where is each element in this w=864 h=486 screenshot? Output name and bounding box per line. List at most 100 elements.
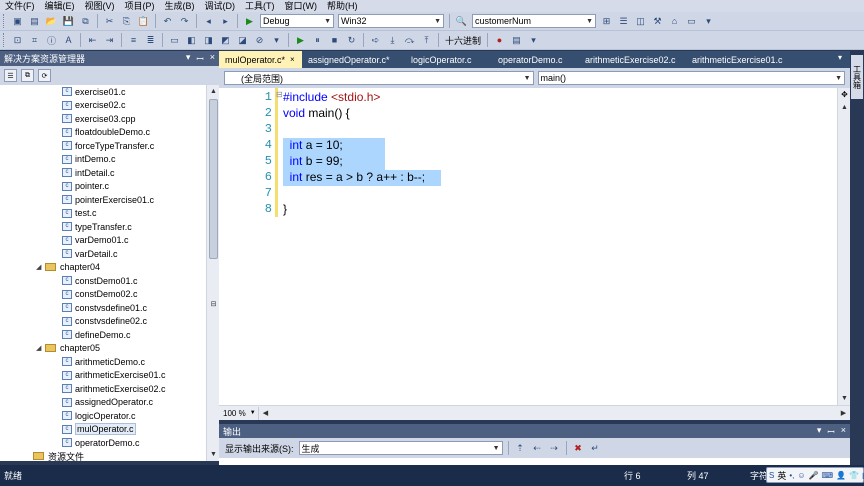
toolbox-tab[interactable]: 工具箱 — [851, 55, 863, 99]
tree-file[interactable]: c forceTypeTransfer.c — [0, 139, 206, 153]
next-message-icon[interactable]: ⇢ — [547, 441, 562, 456]
close-icon[interactable]: × — [210, 52, 215, 65]
ime-voice-icon[interactable]: 🎤 — [809, 471, 819, 480]
tree-file[interactable]: c varDetail.c — [0, 247, 206, 261]
menu-item[interactable]: 文件(F) — [0, 0, 40, 12]
scrollbar-thumb[interactable] — [209, 99, 218, 259]
step-out-icon[interactable]: ⤒ — [419, 33, 434, 48]
comment-out-icon[interactable]: ≡ — [126, 33, 141, 48]
tree-folder[interactable]: ◢ chapter05 — [0, 342, 206, 356]
tree-file[interactable]: c operatorDemo.c — [0, 436, 206, 450]
prev-bookmark-icon[interactable]: ◧ — [184, 33, 199, 48]
decrease-indent-icon[interactable]: ⇤ — [85, 33, 100, 48]
hexadecimal-toggle[interactable]: 十六进制 — [442, 34, 484, 47]
ime-emoji-icon[interactable]: ☺ — [797, 471, 805, 480]
show-next-statement-icon[interactable]: ➪ — [368, 33, 383, 48]
ime-punctuation-icon[interactable]: •, — [789, 471, 794, 480]
solution-platform-combo[interactable]: Win32 ▼ — [338, 14, 444, 28]
zoom-level[interactable]: 100 % ▼ — [219, 406, 259, 420]
restart-icon[interactable]: ↻ — [344, 33, 359, 48]
show-all-files-icon[interactable]: ⧉ — [21, 69, 34, 82]
window-position-icon[interactable]: ▾ — [817, 425, 822, 438]
tree-file[interactable]: c test.c — [0, 207, 206, 221]
tree-file[interactable]: c constvsdefine02.c — [0, 315, 206, 329]
break-all-icon[interactable]: ⏸ — [310, 33, 325, 48]
undo-icon[interactable]: ↶ — [160, 14, 175, 29]
start-debug-icon[interactable]: ▶ — [242, 14, 257, 29]
tree-file[interactable]: c intDemo.c — [0, 153, 206, 167]
complete-word-icon[interactable]: A — [61, 33, 76, 48]
output-source-combo[interactable]: 生成 ▼ — [298, 441, 503, 455]
tree-file[interactable]: c arithmeticExercise02.c — [0, 382, 206, 396]
tree-file[interactable]: c constDemo02.c — [0, 288, 206, 302]
tree-file[interactable]: c arithmeticExercise01.c — [0, 369, 206, 383]
tree-file[interactable]: c varDemo01.c — [0, 234, 206, 248]
tab-list-dropdown-icon[interactable]: ▾ — [838, 53, 850, 66]
tree-file[interactable]: c logicOperator.c — [0, 409, 206, 423]
ime-keyboard-icon[interactable]: ⌨ — [822, 471, 834, 480]
tree-file[interactable]: c pointer.c — [0, 180, 206, 194]
close-icon[interactable]: × — [841, 425, 846, 438]
uncomment-icon[interactable]: ≣ — [143, 33, 158, 48]
tab[interactable]: arithmeticExercise01.c — [686, 52, 790, 68]
tree-file[interactable]: c exercise01.c — [0, 85, 206, 99]
refresh-icon[interactable]: ⟳ — [38, 69, 51, 82]
navigate-forward-icon[interactable]: ▸ — [218, 14, 233, 29]
expander-icon[interactable]: ◢ — [36, 344, 45, 352]
add-item-icon[interactable]: ▤ — [27, 14, 42, 29]
prev-message-icon[interactable]: ⇠ — [530, 441, 545, 456]
parameter-info-icon[interactable]: ⌗ — [27, 33, 42, 48]
tree-file[interactable]: c arithmeticDemo.c — [0, 355, 206, 369]
toolbar-grip[interactable] — [3, 33, 6, 47]
continue-icon[interactable]: ▶ — [293, 33, 308, 48]
tab-active[interactable]: mulOperator.c* × — [219, 51, 302, 68]
scroll-left-icon[interactable]: ◀ — [259, 407, 272, 420]
tree-file[interactable]: c assignedOperator.c — [0, 396, 206, 410]
menu-item[interactable]: 调试(D) — [200, 0, 241, 12]
step-over-icon[interactable]: ⤼ — [402, 33, 417, 48]
tree-file[interactable]: c floatdoubleDemo.c — [0, 126, 206, 140]
next-bookmark-icon[interactable]: ◨ — [201, 33, 216, 48]
save-icon[interactable]: 💾 — [61, 14, 76, 29]
properties-icon[interactable]: ☰ — [616, 14, 631, 29]
prev-bookmark-folder-icon[interactable]: ◩ — [218, 33, 233, 48]
close-icon[interactable]: × — [290, 55, 295, 64]
output-window-icon[interactable]: ▤ — [509, 33, 524, 48]
tree-file[interactable]: c pointerExercise01.c — [0, 193, 206, 207]
solution-explorer-icon[interactable]: ⊞ — [599, 14, 614, 29]
scope-combo[interactable]: (全局范围) ▼ — [224, 71, 534, 85]
tree-file[interactable]: c exercise03.cpp — [0, 112, 206, 126]
tab[interactable]: assignedOperator.c* — [302, 52, 405, 68]
solution-tree-scrollbar[interactable]: ▲ ⊟ ▼ — [206, 85, 219, 461]
step-into-icon[interactable]: ⤓ — [385, 33, 400, 48]
menu-item[interactable]: 窗口(W) — [280, 0, 323, 12]
open-file-icon[interactable]: 📂 — [44, 14, 59, 29]
tab[interactable]: logicOperator.c — [405, 52, 492, 68]
tree-file[interactable]: c mulOperator.c — [0, 423, 206, 437]
tree-file[interactable]: c defineDemo.c — [0, 328, 206, 342]
save-all-icon[interactable]: ⧉ — [78, 14, 93, 29]
cut-icon[interactable]: ✂ — [102, 14, 117, 29]
new-project-icon[interactable]: ▣ — [10, 14, 25, 29]
editor-vertical-scrollbar[interactable]: ✥ ▲ ▼ — [837, 88, 850, 405]
ime-mode[interactable]: 英 — [777, 469, 786, 482]
tree-file[interactable]: c constDemo01.c — [0, 274, 206, 288]
pin-icon[interactable]: ꟷ — [827, 425, 834, 438]
navigate-back-icon[interactable]: ◂ — [201, 14, 216, 29]
paste-icon[interactable]: 📋 — [136, 14, 151, 29]
menu-item[interactable]: 帮助(H) — [322, 0, 363, 12]
tree-folder[interactable]: ◢ chapter04 — [0, 261, 206, 275]
scroll-right-icon[interactable]: ▶ — [837, 407, 850, 420]
copy-icon[interactable]: ⎘ — [119, 14, 134, 29]
menu-item[interactable]: 工具(T) — [240, 0, 280, 12]
ime-user-icon[interactable]: 👤 — [836, 471, 846, 480]
toolbar-grip[interactable] — [3, 14, 6, 28]
window-position-icon[interactable]: ▾ — [186, 52, 191, 65]
menu-item[interactable]: 项目(P) — [120, 0, 160, 12]
tree-file[interactable]: c intDetail.c — [0, 166, 206, 180]
object-browser-icon[interactable]: ◫ — [633, 14, 648, 29]
find-message-icon[interactable]: ⇡ — [513, 441, 528, 456]
find-in-files-icon[interactable]: 🔍 — [454, 14, 469, 29]
expander-icon[interactable]: ◢ — [36, 263, 45, 271]
extension-manager-icon[interactable]: ▭ — [684, 14, 699, 29]
